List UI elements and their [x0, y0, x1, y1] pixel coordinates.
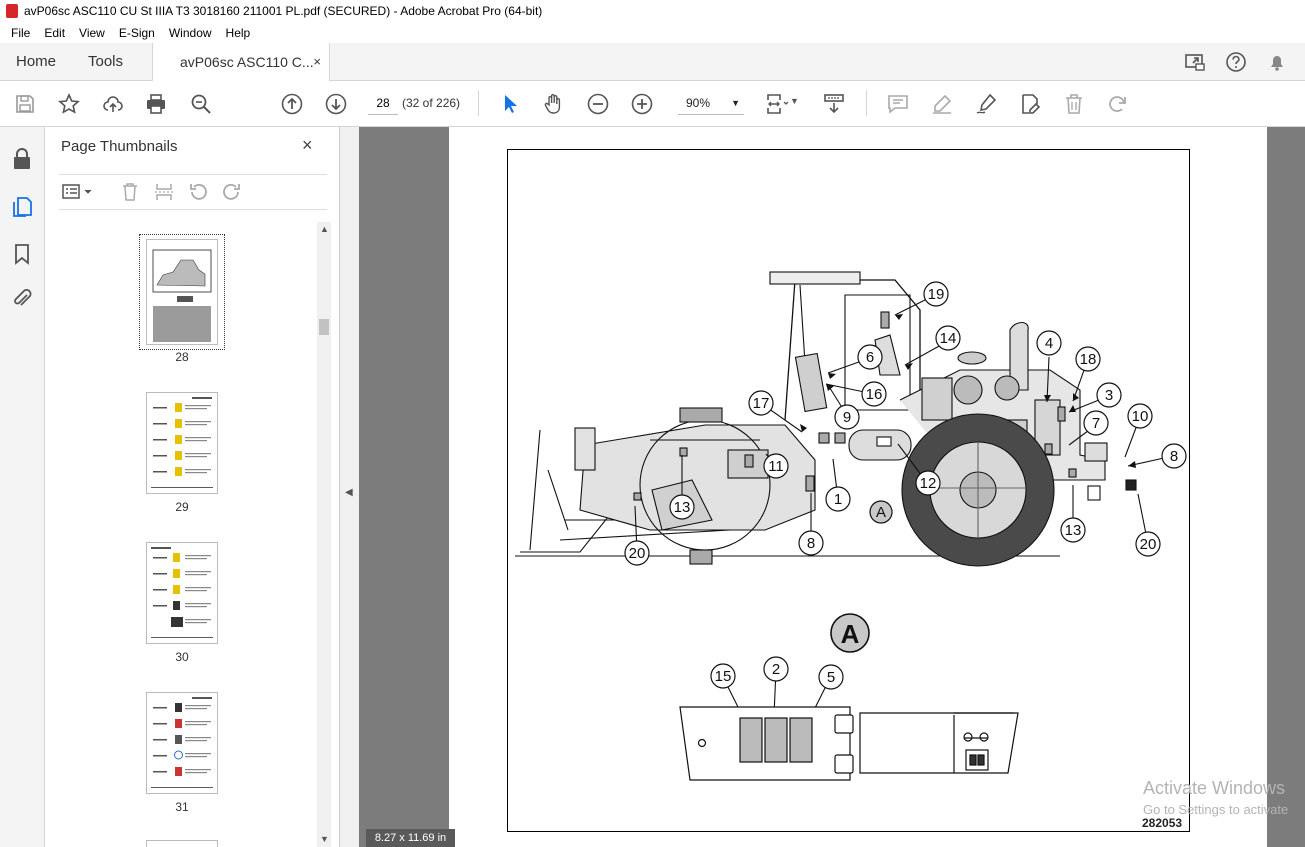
callout-label: 2 — [772, 661, 780, 678]
callout-label: A — [876, 504, 886, 521]
callout-label: 11 — [768, 458, 784, 475]
view-label: A — [841, 619, 860, 649]
machine-illustration: 19 14 6 16 4 18 3 7 10 8 17 9 11 12 1 A … — [515, 271, 1187, 781]
callout-label: 19 — [928, 286, 945, 303]
activation-watermark-title: Activate Windows — [1143, 778, 1286, 798]
callout-label: 4 — [1045, 335, 1053, 352]
callout-label: 20 — [629, 545, 646, 562]
callout-label: 7 — [1092, 415, 1100, 432]
callout-label: 16 — [866, 386, 883, 403]
callout-label: 17 — [753, 395, 770, 412]
callout-label: 14 — [940, 330, 957, 347]
callout-label: 12 — [920, 475, 937, 492]
callout-label: 20 — [1140, 536, 1157, 553]
callout-label: 18 — [1080, 351, 1097, 368]
page-size-indicator: 8.27 x 11.69 in — [366, 829, 455, 847]
callout-label: 13 — [1065, 522, 1082, 539]
callout-label: 13 — [674, 499, 691, 516]
callout-label: 5 — [827, 669, 835, 686]
callout-label: 9 — [843, 409, 851, 426]
figure-number: 282053 — [1142, 816, 1183, 830]
callout-label: 8 — [807, 535, 815, 552]
activation-watermark-subtitle: Go to Settings to activate — [1143, 802, 1289, 817]
callout-label: 15 — [715, 668, 732, 685]
callout-label: 3 — [1105, 387, 1113, 404]
callout-label: 8 — [1170, 448, 1178, 465]
callout-label: 10 — [1132, 408, 1149, 425]
callout-label: 6 — [866, 349, 874, 366]
callout-label: 1 — [834, 491, 842, 508]
